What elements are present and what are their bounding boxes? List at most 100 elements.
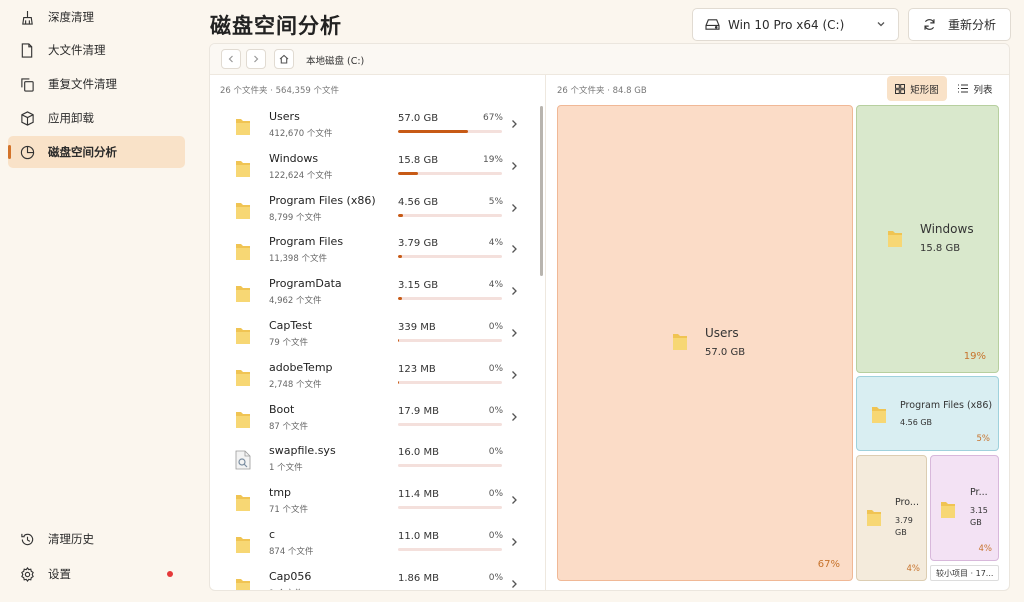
list-view-label: 列表 [973, 84, 993, 96]
list-icon [958, 84, 969, 93]
item-name: ProgramData [269, 277, 342, 291]
folder-icon [235, 158, 251, 178]
treemap-tile-program-files-x86[interactable]: Program Files (x86) 4.56 GB 5% [856, 376, 999, 451]
usage-bar [398, 548, 502, 551]
item-size: 17.9 MB [398, 405, 439, 417]
rescan-button[interactable]: 重新分析 [908, 8, 1011, 41]
list-item[interactable]: Cap056 1 个文件 1.86 MB 0% [210, 566, 540, 590]
tile-name: Pr... [970, 487, 988, 498]
treemap-tile-windows[interactable]: Windows 15.8 GB 19% [856, 105, 999, 373]
chevron-right-icon[interactable] [511, 495, 518, 505]
item-percent: 0% [488, 363, 503, 374]
chevron-left-icon [227, 55, 235, 63]
breadcrumb[interactable]: 本地磁盘 (C:) [306, 53, 364, 67]
list-item[interactable]: swapfile.sys 1 个文件 16.0 MB 0% [210, 440, 540, 482]
grid-icon [895, 83, 906, 94]
tile-percent: 4% [906, 564, 921, 574]
treemap-tile-smaller-items[interactable]: 较小项目 · 17... [930, 565, 999, 581]
usage-bar [398, 506, 502, 510]
sidebar-item-deep-clean[interactable]: 深度清理 [8, 1, 185, 33]
chevron-right-icon[interactable] [511, 286, 518, 296]
list-item[interactable]: adobeTemp 2,748 个文件 123 MB 0% [210, 357, 540, 399]
sidebar-item-label: 清理历史 [48, 532, 94, 546]
list-item[interactable]: CapTest 79 个文件 339 MB 0% [210, 315, 540, 357]
home-button[interactable] [274, 49, 294, 69]
chevron-right-icon[interactable] [511, 161, 518, 171]
item-name: c [269, 528, 276, 541]
chevron-right-icon[interactable] [511, 328, 518, 338]
folder-icon [235, 241, 251, 261]
chevron-right-icon[interactable] [511, 370, 518, 380]
usage-bar [398, 297, 502, 301]
list-item[interactable]: c 874 个文件 11.0 MB 0% [210, 524, 540, 566]
tile-name: Users [705, 326, 739, 340]
sidebar: 深度清理 大文件清理 重复文件清理 应用卸载 磁盘空间分析 清理历史 设置 [0, 0, 194, 602]
sidebar-item-label: 磁盘空间分析 [48, 145, 117, 159]
list-item[interactable]: tmp 71 个文件 11.4 MB 0% [210, 482, 540, 524]
list-summary: 26 个文件夹 · 564,359 个文件 [220, 86, 339, 96]
treemap-view-button[interactable]: 矩形图 [887, 76, 947, 101]
list-item[interactable]: ProgramData 4,962 个文件 3.15 GB 4% [210, 273, 540, 315]
navigation-toolbar: 本地磁盘 (C:) [210, 44, 1009, 75]
sidebar-item-duplicates[interactable]: 重复文件清理 [8, 68, 185, 100]
drive-icon [705, 18, 720, 31]
home-icon [279, 54, 289, 64]
treemap-tile-programdata[interactable]: Pr... 3.15 GB 4% [930, 455, 999, 561]
chevron-right-icon[interactable] [511, 203, 518, 213]
item-file-count: 4,962 个文件 [269, 296, 322, 307]
treemap-tile-program-files[interactable]: Pro... 3.79 GB 4% [856, 455, 927, 581]
chevron-right-icon[interactable] [511, 119, 518, 129]
chevron-right-icon[interactable] [511, 537, 518, 547]
item-size: 3.79 GB [398, 238, 439, 250]
item-size: 339 MB [398, 322, 436, 333]
folder-icon [235, 283, 251, 303]
sidebar-item-settings[interactable]: 设置 [8, 558, 185, 590]
item-percent: 0% [488, 322, 503, 332]
folder-icon [871, 404, 887, 424]
folder-icon [235, 200, 251, 220]
list-item[interactable]: Users 412,670 个文件 57.0 GB 67% [210, 106, 540, 148]
forward-button[interactable] [246, 49, 266, 69]
item-percent: 0% [488, 572, 503, 583]
back-button[interactable] [221, 49, 241, 69]
pie-chart-icon [19, 144, 35, 160]
item-size: 1.86 MB [398, 572, 439, 584]
sidebar-item-large-files[interactable]: 大文件清理 [8, 34, 185, 66]
sidebar-item-history[interactable]: 清理历史 [8, 523, 185, 555]
file-icon [235, 450, 251, 470]
usage-bar-fill [398, 171, 418, 175]
list-view-button[interactable]: 列表 [947, 76, 1004, 101]
sidebar-item-uninstall[interactable]: 应用卸载 [8, 102, 185, 134]
usage-bar [398, 213, 502, 217]
sidebar-item-label: 设置 [48, 567, 71, 581]
tile-percent: 4% [978, 544, 993, 554]
chevron-right-icon [252, 55, 260, 63]
list-item[interactable]: Program Files (x86) 8,799 个文件 4.56 GB 5% [210, 190, 540, 232]
item-size: 11.0 MB [398, 531, 439, 542]
list-item[interactable]: Windows 122,624 个文件 15.8 GB 19% [210, 148, 540, 190]
list-item[interactable]: Program Files 11,398 个文件 3.79 GB 4% [210, 231, 540, 273]
history-icon [19, 531, 35, 547]
usage-bar [398, 464, 502, 468]
chevron-right-icon[interactable] [511, 244, 518, 254]
usage-bar [398, 589, 502, 590]
tile-size: 15.8 GB [920, 243, 961, 254]
sidebar-item-disk-analysis[interactable]: 磁盘空间分析 [8, 136, 185, 168]
drive-select[interactable]: Win 10 Pro x64 (C:) [692, 8, 899, 41]
view-toggle: 矩形图 列表 [887, 76, 1004, 101]
tile-name: Windows [920, 222, 974, 236]
item-percent: 4% [488, 238, 503, 249]
item-name: Cap056 [269, 569, 312, 583]
item-percent: 19% [482, 154, 503, 165]
chevron-right-icon[interactable] [511, 579, 518, 589]
item-file-count: 412,670 个文件 [269, 129, 333, 139]
usage-bar [398, 255, 502, 259]
tile-name: Program Files (x86) [900, 400, 993, 411]
gear-icon [19, 566, 35, 582]
scrollbar[interactable] [540, 106, 543, 276]
list-item[interactable]: Boot 87 个文件 17.9 MB 0% [210, 399, 540, 441]
item-name: adobeTemp [269, 360, 333, 374]
chevron-right-icon[interactable] [511, 412, 518, 422]
treemap-tile-users[interactable]: Users 57.0 GB 67% [557, 105, 853, 581]
item-name: Windows [269, 151, 319, 165]
